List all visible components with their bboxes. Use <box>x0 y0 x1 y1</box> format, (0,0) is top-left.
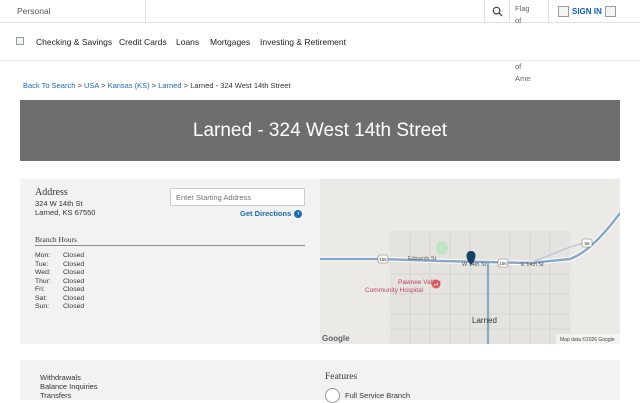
branch-hours-heading: Branch Hours <box>35 235 77 244</box>
get-directions-link[interactable]: Get Directions › <box>240 209 303 218</box>
nav-item-mortgages[interactable]: Mortgages <box>210 37 250 47</box>
town-label: Larned <box>472 316 497 325</box>
breadcrumb-larned[interactable]: Larned <box>158 81 181 90</box>
nav-item-credit-cards[interactable]: Credit Cards <box>119 37 167 47</box>
hours-day: Mon: <box>35 252 51 259</box>
breadcrumb-kansas[interactable]: Kansas (KS) <box>108 81 150 90</box>
branch-hours-list: Mon: Closed Tue: Closed Wed: Closed Thur: Cl… <box>35 252 84 312</box>
feature-item: Full Service Branch <box>325 388 410 403</box>
hours-row: Thur: Closed <box>35 278 84 287</box>
chevron-down-icon <box>604 6 616 17</box>
hours-status: Closed <box>63 303 85 310</box>
nav-item-checking-savings[interactable]: Checking & Savings <box>36 37 112 47</box>
breadcrumb-current: Larned - 324 West 14th Street <box>190 81 291 90</box>
branch-map[interactable]: 156 156 56 Edwards St W 14th St E 14th S… <box>320 179 620 344</box>
service-item: Balance Inquiries <box>40 382 98 391</box>
nav-item-investing-retirement[interactable]: Investing & Retirement <box>260 37 346 47</box>
main-navigation: Checking & Savings Credit Cards Loans Mo… <box>0 23 640 61</box>
page-title: Larned - 324 West 14th Street <box>192 119 448 141</box>
street-label-edwards: Edwards St <box>408 256 437 262</box>
hours-status: Closed <box>63 277 85 285</box>
sign-in-label: SIGN IN <box>572 7 602 16</box>
breadcrumb: Back To Search > USA > Kansas (KS) > Lar… <box>23 81 291 90</box>
breadcrumb-separator: > <box>151 81 157 90</box>
hospital-label-line-2: Community Hospital <box>365 287 424 294</box>
service-item: Withdrawals <box>40 373 81 382</box>
get-directions-label: Get Directions <box>240 209 292 218</box>
hours-status: Closed <box>63 286 85 293</box>
segment-label: Personal <box>17 6 51 16</box>
breadcrumb-back-to-search[interactable]: Back To Search <box>23 81 75 90</box>
hours-day: Wed: <box>35 269 51 276</box>
park-area <box>436 241 448 255</box>
address-line-2: Larned, KS 67550 <box>35 208 96 217</box>
features-heading: Features <box>325 372 358 382</box>
address-heading: Address <box>35 187 68 198</box>
hours-day: Sun: <box>35 303 49 310</box>
breadcrumb-separator: > <box>101 81 106 90</box>
hours-day: Sat: <box>35 294 48 302</box>
services-panel: Withdrawals Balance Inquiries Transfers … <box>20 360 620 403</box>
sign-in-button[interactable]: SIGN IN <box>548 0 640 23</box>
chevron-right-icon: › <box>294 209 303 218</box>
segment-selector[interactable]: Personal <box>0 0 146 23</box>
hours-row: Mon: Closed <box>35 252 84 261</box>
route-label-156-east: 156 <box>499 261 507 266</box>
bank-logo[interactable] <box>16 37 24 45</box>
breadcrumb-separator: > <box>77 81 82 90</box>
search-button[interactable] <box>484 0 510 23</box>
hours-status: Closed <box>63 252 85 259</box>
route-label-56: 56 <box>584 241 590 246</box>
feature-label: Full Service Branch <box>345 391 411 400</box>
starting-address-input[interactable] <box>170 188 305 206</box>
hours-day: Thur: <box>35 277 51 285</box>
hospital-label-line-1: Pawnee Valley <box>398 279 441 286</box>
hours-day: Fri: <box>35 286 45 293</box>
nav-item-loans[interactable]: Loans <box>176 37 199 47</box>
branch-info-panel: Address 324 W 14th St Larned, KS 67550 G… <box>20 179 620 344</box>
bank-building-icon <box>325 388 340 403</box>
page-hero: Larned - 324 West 14th Street <box>20 100 620 161</box>
hours-status: Closed <box>63 269 85 276</box>
map-canvas[interactable]: 156 156 56 Edwards St W 14th St E 14th S… <box>320 179 620 344</box>
map-attribution[interactable]: Map data ©2026 Google <box>560 336 615 343</box>
hours-day: Tue: <box>35 260 49 268</box>
route-label-156-west: 156 <box>379 257 387 262</box>
top-utility-bar: Personal Flag of the United States of Am… <box>0 0 640 83</box>
hours-row: Fri: Closed <box>35 286 84 295</box>
google-logo[interactable]: Google <box>322 334 350 343</box>
breadcrumb-usa[interactable]: USA <box>84 81 99 90</box>
lock-icon <box>558 6 569 17</box>
hours-row: Wed: Closed <box>35 269 84 278</box>
services-list: Withdrawals Balance Inquiries Transfers <box>40 373 98 400</box>
address-line-1: 324 W 14th St <box>35 199 83 208</box>
street-label-w14: W 14th St <box>462 262 487 268</box>
search-icon <box>492 6 503 17</box>
hours-status: Closed <box>63 260 85 268</box>
hours-row: Sun: Closed <box>35 303 84 312</box>
service-item: Transfers <box>40 391 72 400</box>
hours-row: Tue: Closed <box>35 261 84 270</box>
hours-row: Sat: Closed <box>35 295 84 304</box>
hours-status: Closed <box>63 294 85 302</box>
breadcrumb-separator: > <box>183 81 189 90</box>
divider <box>35 245 305 246</box>
street-label-e14: E 14th St <box>521 262 544 268</box>
